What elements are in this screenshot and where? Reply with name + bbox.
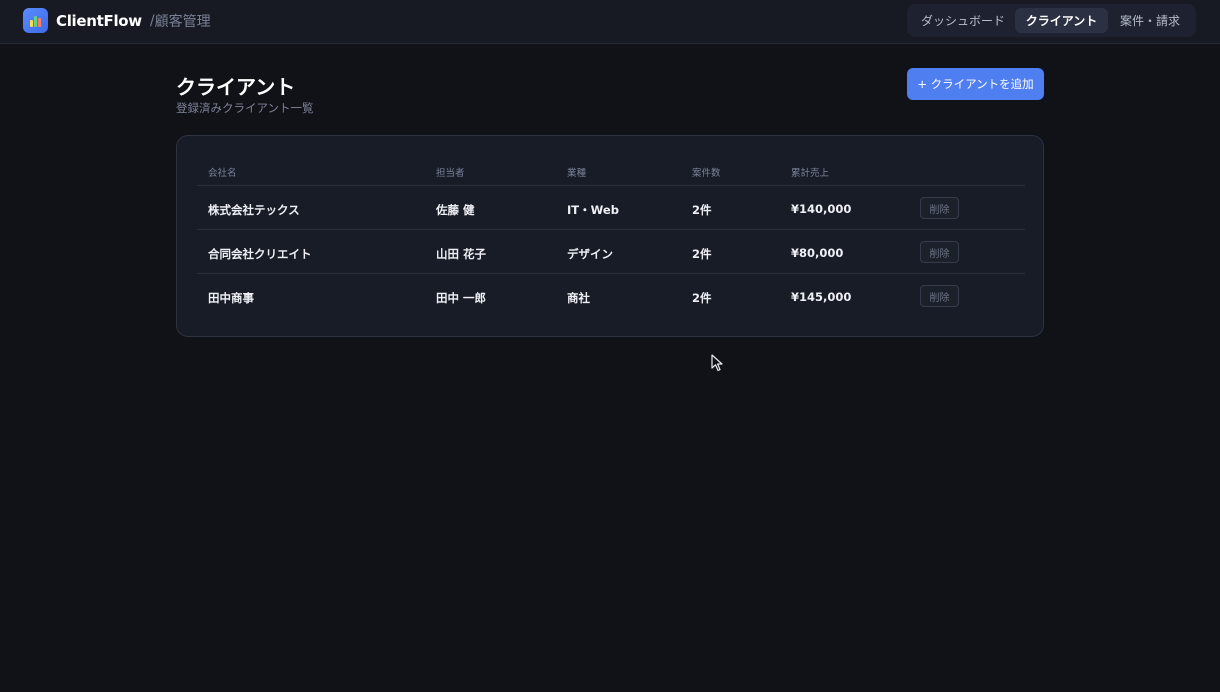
chart-logo-icon: [23, 8, 48, 33]
cell-company: 田中商事: [208, 291, 254, 305]
column-header-company: 会社名: [208, 168, 237, 179]
column-header-contact: 担当者: [436, 168, 465, 179]
cell-revenue: ¥145,000: [791, 290, 852, 304]
cell-projects: 2件: [692, 291, 712, 305]
cell-projects: 2件: [692, 203, 712, 217]
column-header-projects: 案件数: [692, 168, 721, 179]
brand[interactable]: ClientFlow / 顧客管理: [23, 8, 211, 33]
cell-contact: 山田 花子: [436, 247, 487, 261]
tab-projects-billing[interactable]: 案件・請求: [1108, 8, 1192, 33]
cell-industry: デザイン: [567, 247, 613, 261]
row-divider: [197, 229, 1025, 230]
tab-clients[interactable]: クライアント: [1015, 8, 1108, 33]
cell-revenue: ¥140,000: [791, 202, 852, 216]
main-nav: ダッシュボード クライアント 案件・請求: [907, 4, 1196, 37]
page-subtitle: 登録済みクライアント一覧: [176, 101, 314, 115]
cell-company: 合同会社クリエイト: [208, 247, 312, 261]
cell-contact: 佐藤 健: [436, 203, 475, 217]
tab-dashboard[interactable]: ダッシュボード: [911, 8, 1015, 33]
mouse-cursor-icon: [711, 354, 723, 372]
clients-table-card: 会社名 担当者 業種 案件数 累計売上 株式会社テックス 佐藤 健 IT・Web…: [176, 135, 1044, 337]
cell-revenue: ¥80,000: [791, 246, 844, 260]
column-header-industry: 業種: [567, 168, 587, 179]
cell-projects: 2件: [692, 247, 712, 261]
add-client-button[interactable]: + クライアントを追加: [907, 68, 1044, 100]
delete-button[interactable]: 削除: [920, 241, 959, 263]
delete-button[interactable]: 削除: [920, 197, 959, 219]
brand-name: ClientFlow: [56, 11, 142, 30]
top-bar: ClientFlow / 顧客管理 ダッシュボード クライアント 案件・請求: [0, 0, 1220, 44]
cell-contact: 田中 一郎: [436, 291, 487, 305]
breadcrumb-section: 顧客管理: [154, 13, 211, 30]
header-divider: [197, 185, 1025, 186]
cell-industry: IT・Web: [567, 203, 619, 217]
row-divider: [197, 273, 1025, 274]
delete-button[interactable]: 削除: [920, 285, 959, 307]
cell-industry: 商社: [567, 291, 590, 305]
cell-company: 株式会社テックス: [208, 203, 300, 217]
column-header-revenue: 累計売上: [791, 168, 830, 179]
page-title: クライアント: [176, 75, 296, 99]
